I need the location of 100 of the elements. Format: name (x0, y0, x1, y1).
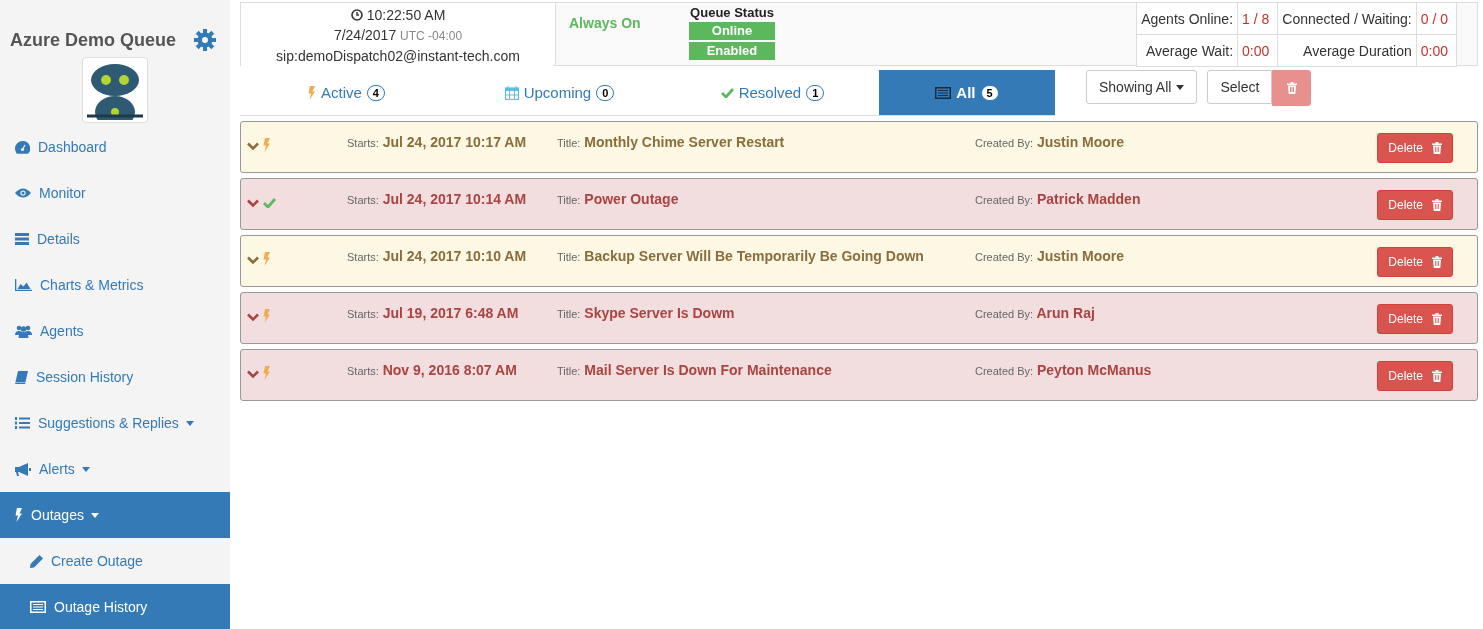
delete-selected-button[interactable] (1272, 70, 1312, 106)
check-icon (263, 197, 276, 208)
outage-title: Title: Mail Server Is Down For Maintenance (557, 362, 833, 378)
delete-button[interactable]: Delete (1377, 361, 1453, 391)
stat-label: Agents Online: (1137, 3, 1239, 35)
filter-tab[interactable]: Resolved 1 (666, 70, 879, 115)
outage-title: Title: Skype Server Is Dowm (557, 305, 736, 321)
robot-avatar (82, 57, 148, 123)
dashboard-icon (15, 140, 30, 154)
users-icon (15, 324, 32, 338)
outage-title: Title: Backup Server Will Be Temporarily Be Going Down (557, 248, 925, 264)
trash-icon (1432, 142, 1442, 154)
sidebar-item[interactable]: Dashboard (0, 124, 230, 170)
eye-icon (15, 188, 31, 198)
lightning-icon (308, 85, 316, 100)
current-date: 7/24/2017 (333, 27, 397, 43)
filter-tab[interactable]: Upcoming 0 (453, 70, 666, 115)
stat-value: 0:00 (1416, 35, 1457, 67)
created-by: Created By: Patrick Madden (975, 191, 1142, 207)
count-badge: 4 (366, 84, 385, 101)
outage-row[interactable]: Starts: Jul 19, 2017 6:48 AM Title: Skype Server Is Dowm Created By: Arun Raj Delete (240, 292, 1478, 344)
created-by: Created By: Justin Moore (975, 248, 1126, 264)
book-icon (15, 370, 28, 384)
trash-icon (1432, 370, 1442, 382)
lightning-icon (263, 138, 271, 152)
outage-title: Title: Monthly Chime Server Restart (557, 134, 786, 150)
caret-icon (185, 420, 194, 426)
count-badge: 1 (806, 84, 825, 101)
lightning-icon (15, 508, 23, 522)
sidebar-item[interactable]: Alerts (0, 446, 230, 492)
sidebar-item[interactable]: Agents (0, 308, 230, 354)
start-time: Starts: Jul 19, 2017 6:48 AM (347, 305, 520, 321)
stat-value: 0:00 (1238, 35, 1279, 67)
count-badge: 0 (596, 84, 615, 101)
trash-icon (1432, 256, 1442, 268)
sidebar-item[interactable]: Suggestions & Replies (0, 400, 230, 446)
caret-icon (1176, 84, 1185, 90)
current-time: 10:22:50 AM (350, 5, 446, 25)
stat-label: Connected / Waiting: (1278, 3, 1417, 35)
caret-icon (90, 512, 99, 518)
stat-value: 0 / 0 (1416, 3, 1457, 35)
filter-tab[interactable]: All 5 (879, 70, 1055, 115)
queue-status-label: Queue Status (690, 5, 774, 20)
chevron-down-icon[interactable] (247, 313, 259, 322)
chevron-down-icon[interactable] (247, 198, 259, 208)
delete-button[interactable]: Delete (1377, 247, 1453, 277)
status-badge: Enabled (689, 42, 775, 60)
sidebar-item[interactable]: Outages (0, 492, 230, 538)
caret-icon (81, 466, 90, 472)
delete-button[interactable]: Delete (1377, 133, 1453, 163)
filter-tab[interactable]: Active 4 (240, 70, 453, 115)
outage-row[interactable]: Starts: Jul 24, 2017 10:10 AM Title: Backup Server Will Be Temporarily Be Going Down Created By: Justin Moore Delete (240, 235, 1478, 287)
calendar-icon (504, 85, 519, 100)
count-badge: 5 (980, 84, 999, 101)
created-by: Created By: Justin Moore (975, 134, 1126, 150)
sidebar-item[interactable]: Create Outage (0, 538, 230, 584)
timezone: UTC -04:00 (400, 29, 463, 43)
outage-row[interactable]: Starts: Jul 24, 2017 10:14 AM Title: Power Outage Created By: Patrick Madden Delete (240, 178, 1478, 230)
chevron-down-icon[interactable] (247, 256, 259, 265)
list-icon (30, 601, 46, 613)
stat-label: Average Wait: (1137, 35, 1239, 67)
list-icon (935, 86, 952, 99)
sidebar-item[interactable]: Details (0, 216, 230, 262)
queue-title: Azure Demo Queue (10, 29, 177, 51)
status-badge: Online (689, 22, 775, 40)
outage-title: Title: Power Outage (557, 191, 680, 207)
sidebar-item[interactable]: Monitor (0, 170, 230, 216)
check-icon (720, 87, 734, 98)
numbered-list-icon (15, 417, 30, 429)
sidebar-item[interactable]: Session History (0, 354, 230, 400)
start-time: Starts: Jul 24, 2017 10:17 AM (347, 134, 528, 150)
pencil-icon (30, 554, 43, 568)
created-by: Created By: Arun Raj (975, 305, 1096, 321)
trash-icon (1432, 313, 1442, 325)
stat-value: 1 / 8 (1238, 3, 1279, 35)
select-button[interactable]: Select (1207, 70, 1273, 104)
sip-address: sip:demoDispatch02@instant-tech.com (276, 47, 520, 66)
lightning-icon (263, 252, 271, 266)
chevron-down-icon[interactable] (247, 142, 259, 151)
delete-button[interactable]: Delete (1377, 304, 1453, 334)
outage-row[interactable]: Starts: Nov 9, 2016 8:07 AM Title: Mail Server Is Down For Maintenance Created By: Peyton McManus Delete (240, 349, 1478, 401)
lightning-icon (263, 309, 271, 323)
delete-button[interactable]: Delete (1377, 190, 1453, 220)
settings-icon[interactable] (194, 29, 216, 51)
start-time: Starts: Jul 24, 2017 10:14 AM (347, 191, 528, 207)
list-icon (15, 233, 29, 245)
filter-dropdown[interactable]: Showing All (1086, 70, 1198, 104)
lightning-icon (263, 366, 271, 380)
start-time: Starts: Nov 9, 2016 8:07 AM (347, 362, 518, 378)
created-by: Created By: Peyton McManus (975, 362, 1153, 378)
sidebar-item[interactable]: Charts & Metrics (0, 262, 230, 308)
megaphone-icon (15, 462, 31, 476)
outage-row[interactable]: Starts: Jul 24, 2017 10:17 AM Title: Monthly Chime Server Restart Created By: Justin Moore Delete (240, 121, 1478, 173)
trash-icon (1432, 199, 1442, 211)
area-chart-icon (15, 279, 32, 291)
sidebar-item[interactable]: Outage History (0, 584, 230, 629)
stat-label: Average Duration (1278, 35, 1417, 67)
start-time: Starts: Jul 24, 2017 10:10 AM (347, 248, 528, 264)
clock-icon (350, 9, 363, 21)
chevron-down-icon[interactable] (247, 370, 259, 379)
